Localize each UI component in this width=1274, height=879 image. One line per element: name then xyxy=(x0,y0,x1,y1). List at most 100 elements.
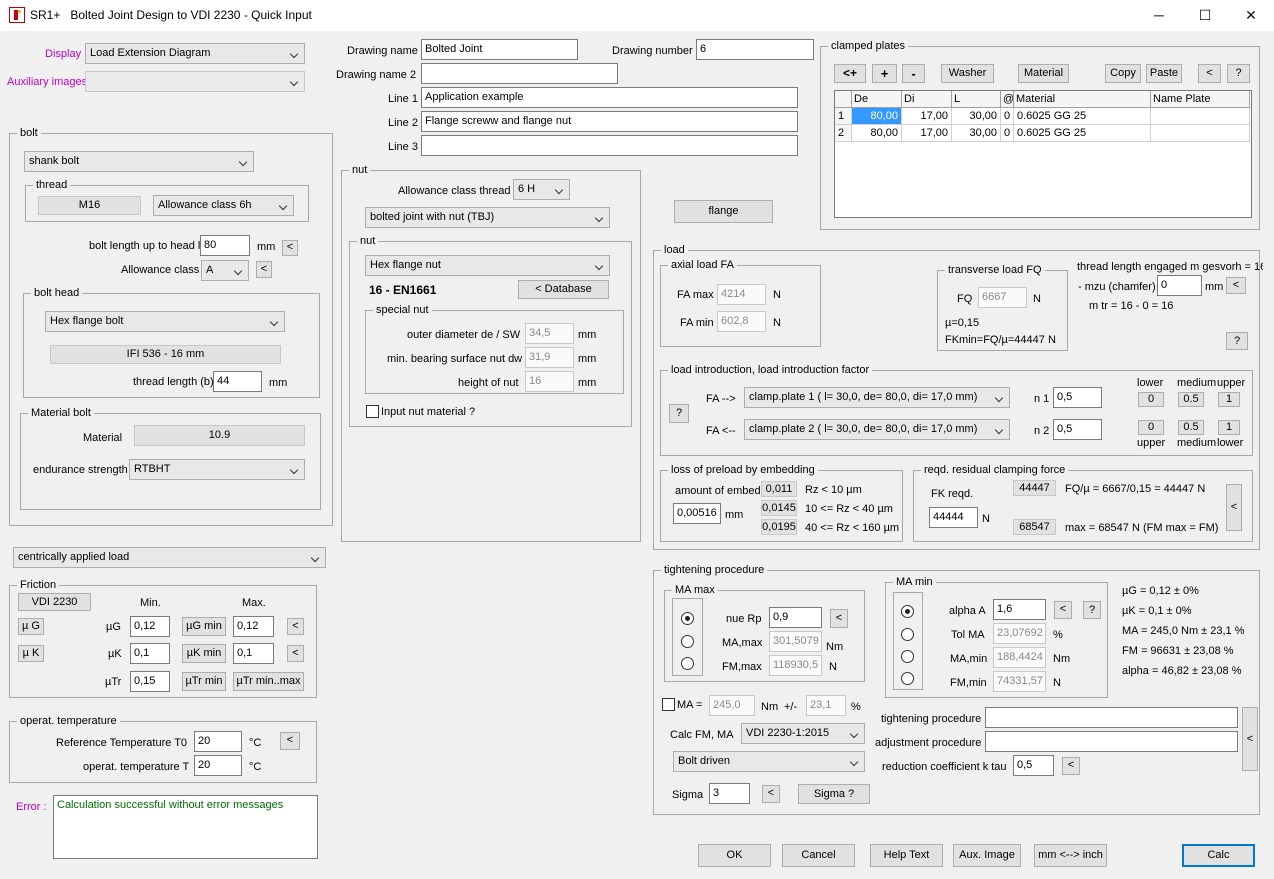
clamp-plate2-select[interactable]: clamp.plate 2 ( l= 30,0, de= 80,0, di= 1… xyxy=(744,419,1010,440)
vdi-2230-button[interactable]: VDI 2230 xyxy=(18,593,91,611)
fa-max-input[interactable]: 4214 xyxy=(717,284,766,305)
aux-image-button[interactable]: Aux. Image xyxy=(953,844,1021,867)
thread-allowance-select[interactable]: Allowance class 6h xyxy=(153,195,294,216)
mu-tr-input[interactable]: 0,15 xyxy=(130,671,170,692)
ma-min-radio[interactable] xyxy=(901,650,914,663)
fa-min-input[interactable]: 602,8 xyxy=(717,311,766,332)
help-text-button[interactable]: Help Text xyxy=(870,844,943,867)
drawing-number-input[interactable]: 6 xyxy=(696,39,814,60)
thread-length-input[interactable]: 44 xyxy=(213,371,262,392)
n2-medium-button[interactable]: 0.5 xyxy=(1178,420,1204,435)
nue-arrow-button[interactable]: < xyxy=(830,609,848,628)
fm-max-radio[interactable] xyxy=(681,657,694,670)
fq-input[interactable]: 6667 xyxy=(978,287,1027,308)
aux-images-select[interactable] xyxy=(85,71,305,92)
insert-plate-button[interactable]: <+ xyxy=(834,64,866,83)
table-cell[interactable]: 0.6025 GG 25 xyxy=(1014,125,1151,142)
mu-k-min-input[interactable]: 0,1 xyxy=(130,643,170,664)
allowance-thread-select[interactable]: 6 H xyxy=(513,179,570,200)
joint-type-select[interactable]: bolted joint with nut (TBJ) xyxy=(365,207,610,228)
table-header[interactable]: @ xyxy=(1001,91,1014,108)
n2-input[interactable]: 0,5 xyxy=(1053,419,1102,440)
unit-toggle-button[interactable]: mm <--> inch xyxy=(1034,844,1107,867)
load-help-button[interactable]: ? xyxy=(1226,332,1248,350)
add-plate-button[interactable]: + xyxy=(872,64,897,83)
clamp-plate1-select[interactable]: clamp.plate 1 ( l= 30,0, de= 80,0, di= 1… xyxy=(744,387,1010,408)
table-cell[interactable]: 80,00 xyxy=(852,108,902,125)
rz-value-2[interactable]: 0,0145 xyxy=(761,500,797,516)
table-cell[interactable] xyxy=(1151,125,1250,142)
ref-temp-input[interactable]: 20 xyxy=(194,731,242,752)
n2-upper-button[interactable]: 0 xyxy=(1138,420,1164,435)
line2-input[interactable]: Flange screww and flange nut xyxy=(421,111,798,132)
mu-k-min-button[interactable]: µK min xyxy=(182,644,226,663)
table-cell[interactable]: 30,00 xyxy=(952,108,1001,125)
bolt-head-select[interactable]: Hex flange bolt xyxy=(45,311,285,332)
bearing-surface-input[interactable]: 31,9 xyxy=(525,347,574,368)
load-application-select[interactable]: centrically applied load xyxy=(13,547,326,568)
ma-min-input[interactable]: 188,4424 xyxy=(993,647,1046,668)
mu-tr-min-button[interactable]: µTr min xyxy=(182,672,226,691)
nut-material-checkbox[interactable] xyxy=(366,405,379,418)
tol-ma-radio[interactable] xyxy=(901,628,914,641)
sigma-help-button[interactable]: Sigma ? xyxy=(798,784,870,804)
temp-arrow-button[interactable]: < xyxy=(280,732,300,750)
residual-arrow-button[interactable]: < xyxy=(1226,484,1242,531)
allowance-class-select[interactable]: A xyxy=(201,260,249,281)
display-select[interactable]: Load Extension Diagram xyxy=(85,43,305,64)
n1-input[interactable]: 0,5 xyxy=(1053,387,1102,408)
washer-button[interactable]: Washer xyxy=(941,64,994,83)
fm-min-radio[interactable] xyxy=(901,672,914,685)
mu-tr-range-button[interactable]: µTr min..max xyxy=(233,672,304,691)
endurance-select[interactable]: RTBHT xyxy=(129,459,305,480)
reduction-arrow-button[interactable]: < xyxy=(1062,757,1080,775)
drawing-name-input[interactable]: Bolted Joint xyxy=(421,39,578,60)
mzu-arrow-button[interactable]: < xyxy=(1226,277,1246,294)
driven-select[interactable]: Bolt driven xyxy=(673,751,865,772)
mu-g-min-input[interactable]: 0,12 xyxy=(130,616,170,637)
n-lower-button[interactable]: 0 xyxy=(1138,392,1164,407)
database-button[interactable]: < Database xyxy=(518,280,609,299)
remove-plate-button[interactable]: - xyxy=(902,64,925,83)
tightening-procedure-input[interactable] xyxy=(985,707,1238,728)
bolt-length-arrow-button[interactable]: < xyxy=(282,240,298,256)
drawing-name2-input[interactable] xyxy=(421,63,618,84)
minimize-icon[interactable]: ─ xyxy=(1136,0,1182,31)
nue-rp-input[interactable]: 0,9 xyxy=(769,607,822,628)
table-cell[interactable]: 17,00 xyxy=(902,108,952,125)
mzu-input[interactable]: 0 xyxy=(1157,275,1202,296)
close-icon[interactable]: ✕ xyxy=(1228,0,1274,31)
maximize-icon[interactable]: ☐ xyxy=(1182,0,1228,31)
embedding-amount-input[interactable]: 0,00516 xyxy=(673,503,721,524)
table-cell[interactable]: 30,00 xyxy=(952,125,1001,142)
mu-g-min-button[interactable]: µG min xyxy=(182,617,226,636)
flange-button[interactable]: flange xyxy=(674,200,773,223)
adjustment-procedure-input[interactable] xyxy=(985,731,1238,752)
mu-k-button[interactable]: µ K xyxy=(18,645,44,662)
table-header[interactable]: Di xyxy=(902,91,952,108)
intro-help-button[interactable]: ? xyxy=(669,404,689,423)
n-upper-button[interactable]: 1 xyxy=(1218,392,1240,407)
allowance-arrow-button[interactable]: < xyxy=(256,261,272,278)
procedure-arrow-button[interactable]: < xyxy=(1242,707,1258,771)
bolt-length-input[interactable]: 80 xyxy=(200,235,250,256)
tol-ma-input[interactable]: 23,07692 xyxy=(993,623,1046,644)
alpha-arrow-button[interactable]: < xyxy=(1054,601,1072,619)
ma-max-radio[interactable] xyxy=(681,635,694,648)
calc-method-select[interactable]: VDI 2230-1:2015 xyxy=(741,723,865,744)
ma-max-input[interactable]: 301,5079 xyxy=(769,631,822,652)
fq-mu-value[interactable]: 44447 xyxy=(1013,480,1056,496)
table-cell[interactable]: 17,00 xyxy=(902,125,952,142)
table-cell[interactable]: 80,00 xyxy=(852,125,902,142)
plates-help-button[interactable]: ? xyxy=(1227,64,1250,83)
table-header[interactable]: De xyxy=(852,91,902,108)
plates-arrow-button[interactable]: < xyxy=(1198,64,1221,83)
plate-material-button[interactable]: Material xyxy=(1018,64,1069,83)
paste-button[interactable]: Paste xyxy=(1146,64,1182,83)
alpha-radio[interactable] xyxy=(901,605,914,618)
fm-min-input[interactable]: 74331,57 xyxy=(993,671,1046,692)
n-medium-button[interactable]: 0.5 xyxy=(1178,392,1204,407)
table-cell[interactable]: 0 xyxy=(1001,125,1014,142)
reduction-coefficient-input[interactable]: 0,5 xyxy=(1013,755,1054,776)
mu-g-arrow-button[interactable]: < xyxy=(287,618,304,635)
